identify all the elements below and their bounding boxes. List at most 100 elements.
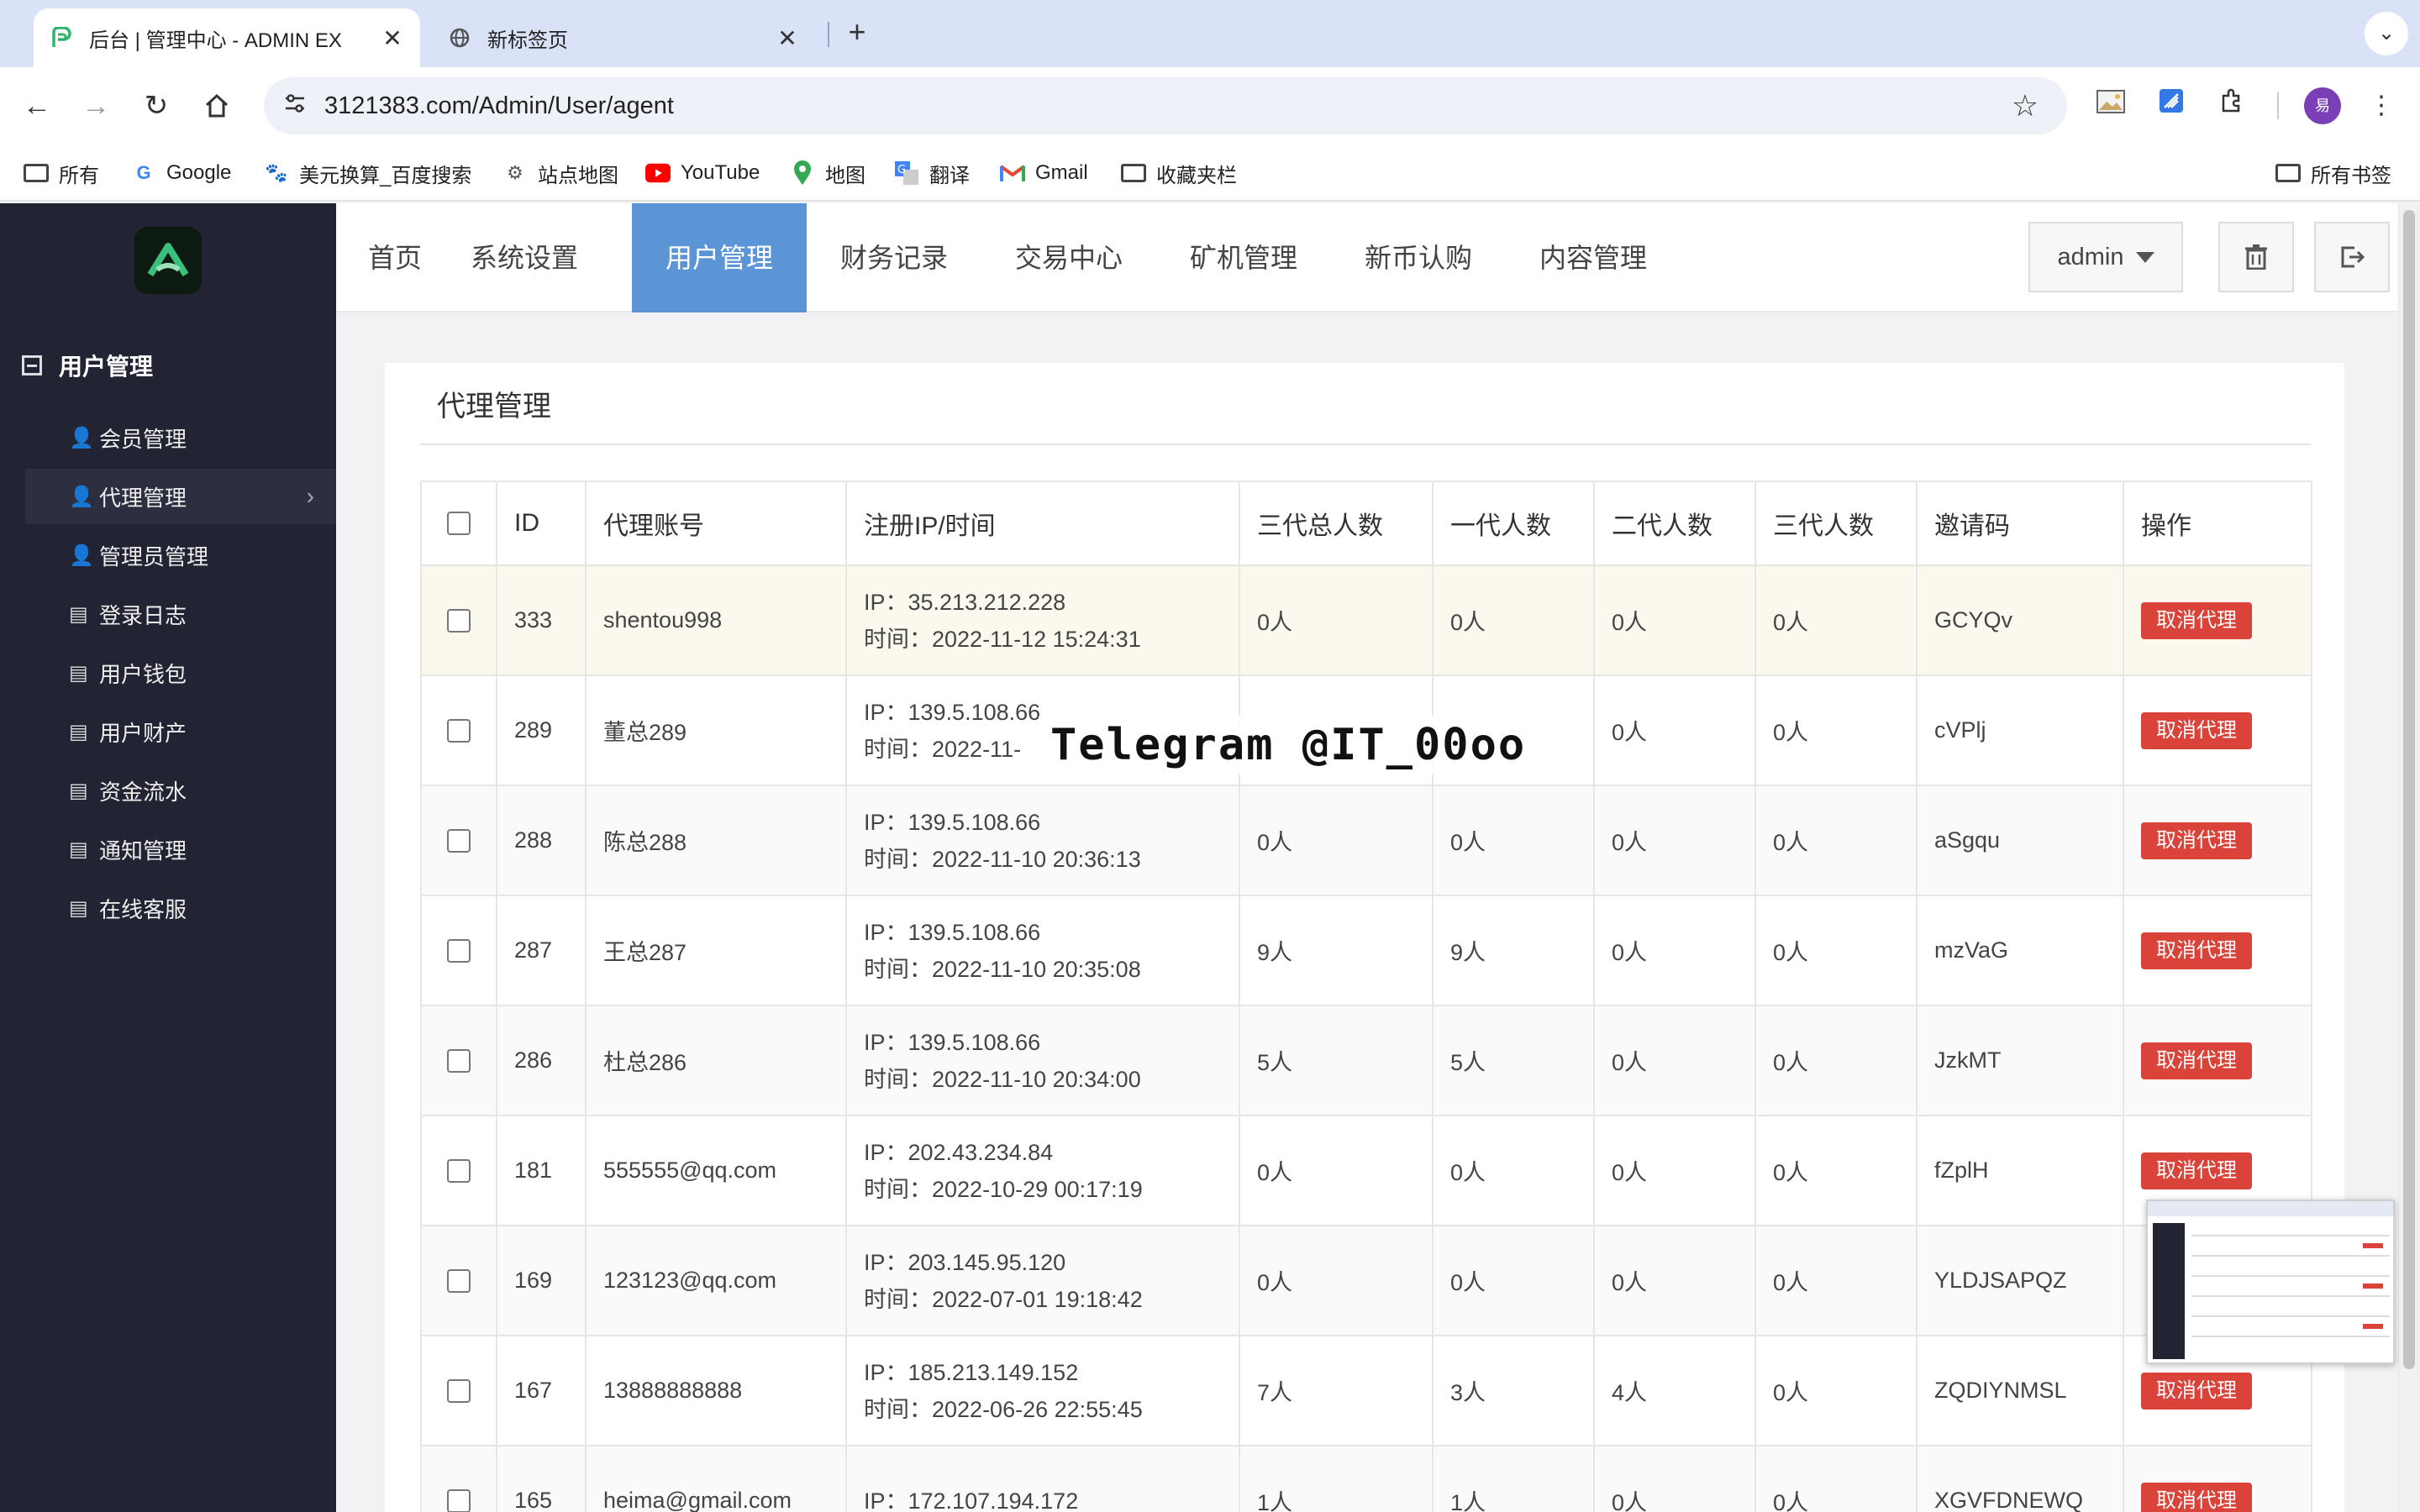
- nav-home[interactable]: 首页: [336, 203, 454, 312]
- sidebar-item-label: 资金流水: [99, 779, 187, 805]
- cell-invite-code: aSgqu: [1916, 785, 2124, 896]
- content-panel: 代理管理 ID 代理账号 注册IP/时间 三代总人数 一代人数 二代人数 三代人…: [385, 363, 2344, 1512]
- bookmark-google[interactable]: G Google: [131, 156, 231, 190]
- cancel-agent-button[interactable]: 取消代理: [2141, 822, 2252, 859]
- close-tab-icon[interactable]: ✕: [775, 24, 800, 52]
- cell-ip: IP：139.5.108.66: [864, 809, 1041, 835]
- tab-title: 新标签页: [487, 29, 568, 52]
- sidebar-item-members[interactable]: 👤 会员管理: [25, 410, 336, 465]
- site-p-icon: [49, 25, 74, 50]
- cancel-agent-button[interactable]: 取消代理: [2141, 1482, 2252, 1512]
- cell-invite-code: YLDJSAPQZ: [1916, 1225, 2124, 1336]
- bookmark-baidu[interactable]: 🐾 美元换算_百度搜索: [264, 156, 471, 190]
- cancel-agent-button[interactable]: 取消代理: [2141, 601, 2252, 639]
- sidebar-item-support[interactable]: ▤ 在线客服: [25, 880, 336, 936]
- google-icon: G: [136, 162, 151, 183]
- browser-menu-icon[interactable]: ⋮: [2366, 87, 2396, 124]
- cell-gen1: 0人: [1432, 1225, 1595, 1336]
- sidebar-item-cashflow[interactable]: ▤ 资金流水: [25, 763, 336, 818]
- cell-id: 288: [496, 785, 587, 896]
- cancel-agent-button[interactable]: 取消代理: [2141, 1152, 2252, 1189]
- row-checkbox[interactable]: [447, 828, 471, 853]
- row-checkbox[interactable]: [447, 1268, 471, 1293]
- cell-gen1: 1人: [1432, 1445, 1595, 1512]
- row-checkbox[interactable]: [447, 1378, 471, 1403]
- row-checkbox[interactable]: [447, 1488, 471, 1512]
- back-arrow-icon[interactable]: ←: [18, 87, 55, 124]
- cell-gen2: 0人: [1593, 564, 1756, 676]
- cancel-agent-button[interactable]: 取消代理: [2141, 1042, 2252, 1079]
- nav-user-management[interactable]: 用户管理: [632, 203, 807, 312]
- profile-avatar[interactable]: 易: [2304, 87, 2341, 124]
- cell-id: 286: [496, 1005, 587, 1116]
- row-checkbox[interactable]: [447, 718, 471, 743]
- sidebar-item-wallet[interactable]: ▤ 用户钱包: [25, 645, 336, 701]
- image-extension-icon[interactable]: [2092, 87, 2129, 124]
- bookmark-youtube[interactable]: YouTube: [645, 156, 760, 190]
- home-icon[interactable]: [198, 87, 235, 124]
- sidebar-group-user-management[interactable]: 用户管理: [22, 346, 153, 385]
- all-bookmarks[interactable]: 所有书签: [2275, 156, 2391, 190]
- row-checkbox[interactable]: [447, 1048, 471, 1073]
- tab-search-chevron-icon[interactable]: ⌄: [2365, 12, 2408, 55]
- sidebar-item-login-log[interactable]: ▤ 登录日志: [25, 586, 336, 642]
- svg-text:G: G: [897, 164, 906, 176]
- list-icon: ▤: [69, 896, 88, 920]
- sidebar-item-admins[interactable]: 👤 管理员管理: [25, 528, 336, 583]
- row-checkbox[interactable]: [447, 1158, 471, 1183]
- nav-miner-management[interactable]: 矿机管理: [1173, 203, 1314, 312]
- cell-time: 时间：2022-06-26 22:55:45: [864, 1396, 1143, 1422]
- nav-new-coin-subscription[interactable]: 新币认购: [1348, 203, 1489, 312]
- cell-actions: 取消代理: [2123, 895, 2312, 1006]
- cancel-agent-button[interactable]: 取消代理: [2141, 711, 2252, 749]
- row-checkbox[interactable]: [447, 938, 471, 963]
- sidebar-item-notifications[interactable]: ▤ 通知管理: [25, 822, 336, 877]
- bookmark-gmail[interactable]: Gmail: [1000, 156, 1088, 190]
- nav-trading-center[interactable]: 交易中心: [998, 203, 1139, 312]
- select-all-checkbox[interactable]: [447, 512, 471, 535]
- thumbnail-sidebar: [2153, 1223, 2185, 1359]
- browser-tab-active[interactable]: 后台 | 管理中心 - ADMIN EX ✕: [34, 8, 420, 67]
- bookmark-star-icon[interactable]: ☆: [2007, 87, 2044, 124]
- screenshot-thumbnail-preview[interactable]: [2146, 1200, 2395, 1364]
- new-tab-plus-icon[interactable]: +: [840, 15, 874, 49]
- bookmark-all[interactable]: 所有: [24, 156, 99, 190]
- admin-user-dropdown[interactable]: admin: [2028, 222, 2183, 292]
- bookmark-maps[interactable]: 地图: [790, 156, 865, 190]
- browser-tab[interactable]: 新标签页 ✕: [432, 8, 815, 67]
- cell-gen3: 0人: [1754, 785, 1918, 896]
- nav-system-settings[interactable]: 系统设置: [454, 203, 595, 312]
- cell-gen3: 0人: [1754, 1335, 1918, 1446]
- cancel-agent-button[interactable]: 取消代理: [2141, 932, 2252, 969]
- url-text[interactable]: 3121383.com/Admin/User/agent: [324, 77, 674, 134]
- cell-time: 时间：2022-11-12 15:24:31: [864, 626, 1141, 652]
- address-bar[interactable]: 3121383.com/Admin/User/agent ☆: [264, 77, 2067, 134]
- nav-content-management[interactable]: 内容管理: [1523, 203, 1664, 312]
- trash-icon[interactable]: [2218, 222, 2294, 292]
- baidu-icon: 🐾: [265, 162, 288, 183]
- cell-gen1: 5人: [1432, 1005, 1595, 1116]
- cell-gen1: 3人: [1432, 1335, 1595, 1446]
- cell-actions: 取消代理: [2123, 1445, 2312, 1512]
- cancel-agent-button[interactable]: 取消代理: [2141, 1372, 2252, 1410]
- nav-finance-records[interactable]: 财务记录: [823, 203, 965, 312]
- table-row: 333 shentou998 IP：35.213.212.228 时间：2022-…: [420, 564, 2312, 676]
- sidebar-item-agents[interactable]: 👤 代理管理 ›: [25, 469, 336, 524]
- site-settings-icon[interactable]: [282, 91, 313, 121]
- app-logo[interactable]: [134, 227, 202, 294]
- bookmark-favorites-folder[interactable]: 收藏夹栏: [1121, 156, 1237, 190]
- sidebar-item-assets[interactable]: ▤ 用户财产: [25, 704, 336, 759]
- cast-extension-icon[interactable]: [2153, 87, 2190, 124]
- browser-toolbar: ← → ↻ 3121383.com/Admin/User/agent ☆ 易 ⋮: [0, 67, 2420, 144]
- bookmark-sitemap[interactable]: ⚙ 站点地图: [502, 156, 618, 190]
- reload-icon[interactable]: ↻: [138, 87, 175, 124]
- row-checkbox[interactable]: [447, 608, 471, 633]
- logout-icon[interactable]: [2314, 222, 2390, 292]
- forward-arrow-icon[interactable]: →: [77, 87, 114, 124]
- page-scrollbar-thumb[interactable]: [2403, 210, 2415, 1369]
- close-tab-icon[interactable]: ✕: [380, 24, 405, 52]
- cell-gen2: 0人: [1593, 785, 1756, 896]
- maps-icon: [790, 160, 815, 186]
- puzzle-extensions-icon[interactable]: [2213, 87, 2250, 124]
- bookmark-translate[interactable]: G 翻译: [894, 156, 970, 190]
